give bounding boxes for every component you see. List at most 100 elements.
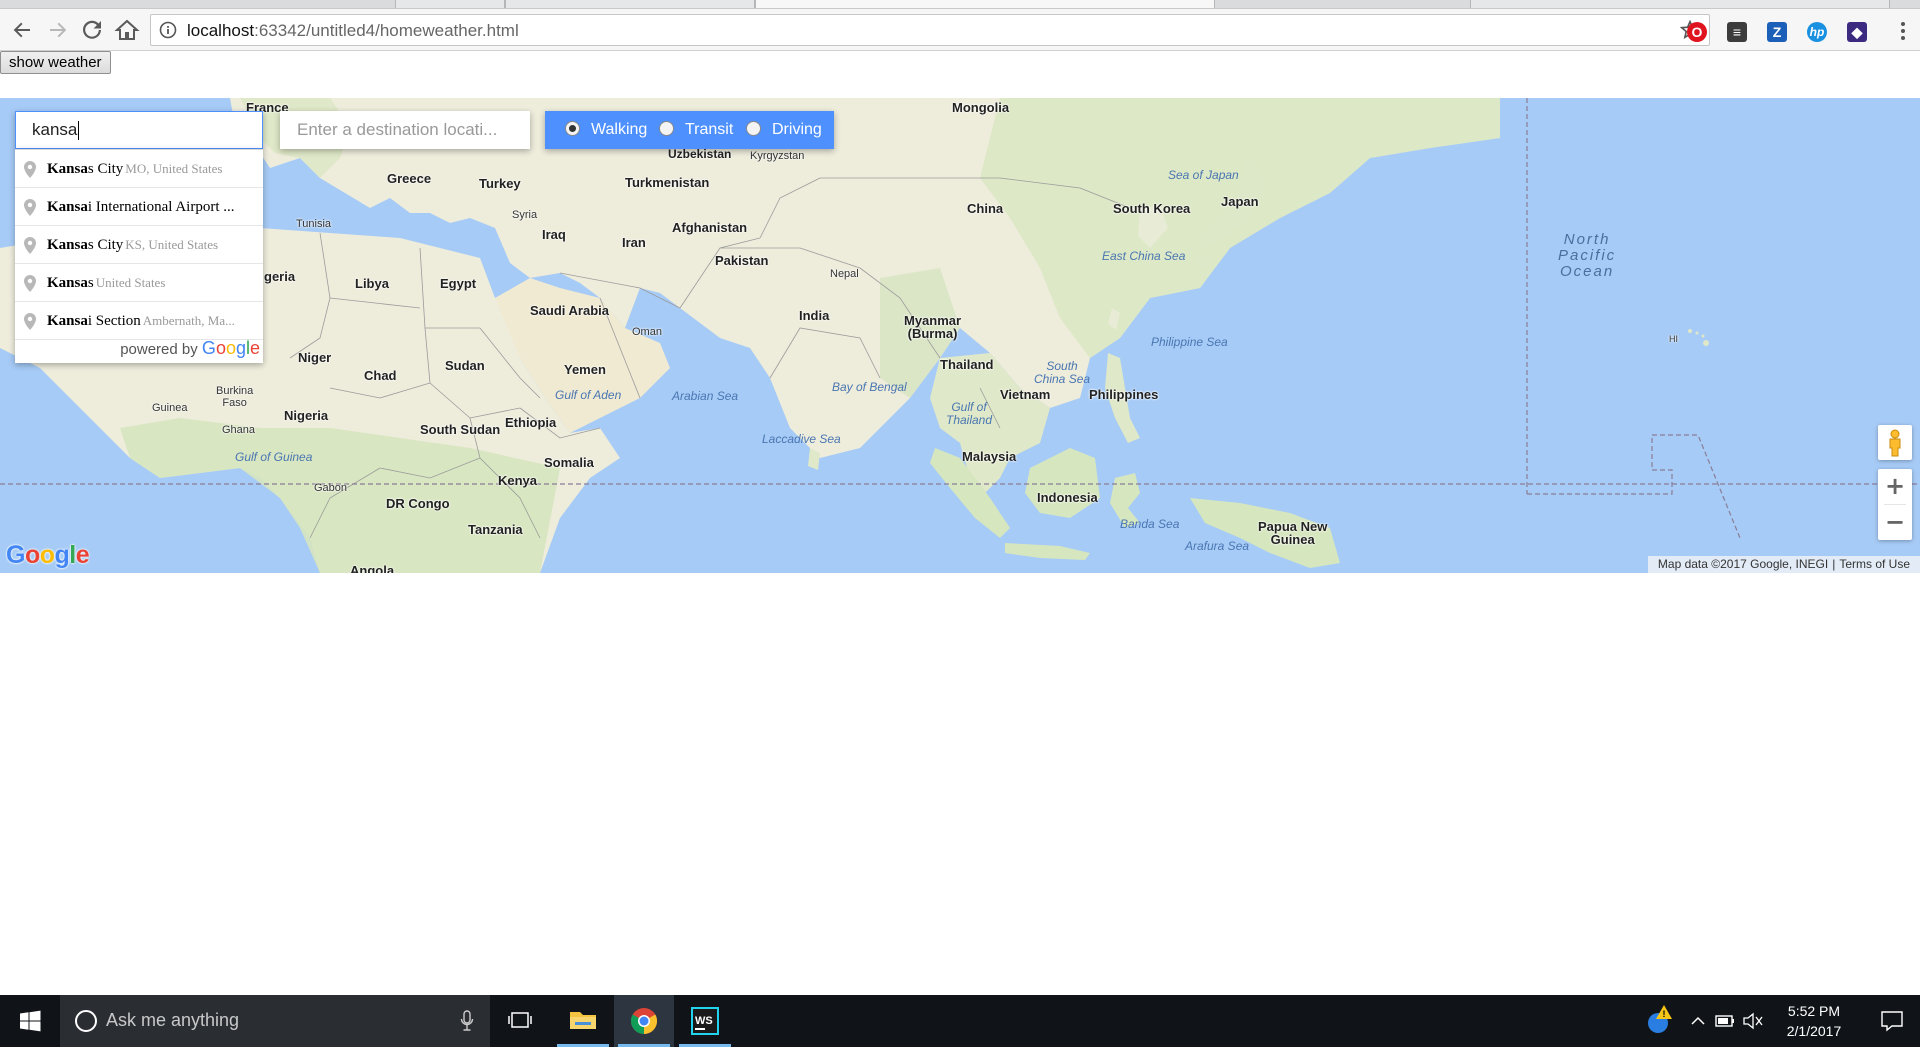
map-label: Ethiopia	[505, 415, 557, 430]
home-button[interactable]	[113, 16, 141, 44]
autocomplete-item[interactable]: Kansas City MO, United States	[15, 150, 263, 188]
url-host: localhost	[187, 21, 255, 40]
street-view-pegman[interactable]	[1878, 425, 1912, 460]
map-label: Libya	[355, 276, 389, 291]
map-label: Kenya	[498, 473, 538, 488]
map-pin-icon	[24, 161, 36, 178]
driving-label[interactable]: Driving	[772, 121, 822, 139]
autocomplete-main-text: s	[87, 275, 94, 291]
map-label: Uzbekistan	[668, 147, 732, 161]
map-label: North Pacific Ocean	[1558, 231, 1617, 280]
destination-input[interactable]: Enter a destination locati...	[280, 111, 530, 149]
map-label: Philippines	[1089, 387, 1159, 402]
map-label: Philippine Sea	[1151, 335, 1228, 349]
file-explorer-taskbar-app[interactable]	[553, 995, 613, 1047]
info-icon[interactable]	[159, 21, 177, 39]
map-label: Chad	[364, 368, 397, 383]
map-label: Ghana	[222, 424, 256, 436]
show-hidden-icons-button[interactable]	[1685, 995, 1711, 1047]
browser-menu-icon[interactable]	[1900, 22, 1906, 42]
autocomplete-secondary-text: MO, United States	[125, 161, 223, 176]
map-pin-icon	[24, 237, 36, 254]
map-label: Thailand	[940, 357, 994, 372]
cortana-placeholder: Ask me anything	[106, 1010, 240, 1030]
map-label: Bay of Bengal	[832, 380, 907, 394]
map-label: Gulf of Guinea	[235, 450, 313, 464]
clock-date: 2/1/2017	[1786, 1023, 1842, 1039]
battery-tray-icon[interactable]	[1712, 995, 1738, 1047]
map-label: Yemen	[564, 362, 606, 377]
google-logo[interactable]: Google	[6, 541, 90, 570]
taskbar-clock[interactable]: 5:52 PM 2/1/2017	[1774, 1001, 1854, 1041]
update-warning-icon: !	[1648, 1005, 1672, 1033]
map-label: Iraq	[542, 227, 566, 242]
autocomplete-main-text: s City	[87, 237, 124, 253]
map-label: Tunisia	[296, 218, 332, 230]
map-label: Guinea	[152, 402, 188, 414]
volume-tray-icon[interactable]	[1740, 995, 1766, 1047]
map-label: Papua New Guinea	[1258, 519, 1328, 547]
address-bar[interactable]: localhost:63342/untitled4/homeweather.ht…	[150, 14, 1710, 46]
opera-extension-icon[interactable]: O	[1687, 22, 1707, 42]
back-button[interactable]	[8, 16, 36, 44]
map-label: Arabian Sea	[672, 389, 739, 403]
map-label: Gabon	[314, 482, 348, 494]
map-label: Gulf of Aden	[555, 388, 622, 402]
map-label: Sudan	[445, 358, 485, 373]
cortana-search-box[interactable]: Ask me anything	[60, 995, 490, 1047]
autocomplete-match: Kansa	[47, 313, 88, 329]
map-label: Iran	[622, 235, 646, 250]
browser-tab[interactable]	[505, 0, 755, 8]
notifications-icon	[1881, 1011, 1903, 1032]
show-weather-button[interactable]: show weather	[0, 51, 111, 74]
autocomplete-secondary-text: United States	[95, 275, 166, 290]
browser-tab[interactable]	[1470, 0, 1890, 8]
map-label: Somalia	[544, 455, 594, 470]
tray-notification-app[interactable]: !	[1640, 995, 1680, 1047]
map-label: Malaysia	[962, 449, 1017, 464]
url-text: localhost:63342/untitled4/homeweather.ht…	[187, 21, 519, 41]
zoom-out-button[interactable]: −	[1878, 505, 1912, 540]
autocomplete-match: Kansa	[47, 237, 88, 253]
reload-button[interactable]	[78, 16, 106, 44]
map-label: India	[799, 308, 830, 323]
cortana-icon	[75, 1010, 97, 1032]
terms-of-use-link[interactable]: Terms of Use	[1835, 557, 1914, 571]
zotero-extension-icon[interactable]: Z	[1767, 22, 1787, 42]
chrome-taskbar-app[interactable]	[614, 995, 674, 1047]
autocomplete-main-text: s City	[87, 161, 124, 177]
autocomplete-item[interactable]: Kansas City KS, United States	[15, 226, 263, 264]
puzzle-extension-icon[interactable]: ◆	[1847, 22, 1867, 42]
driving-radio[interactable]	[746, 121, 761, 136]
start-button[interactable]	[0, 995, 60, 1047]
action-center-button[interactable]	[1864, 995, 1920, 1047]
back-arrow-icon	[13, 22, 30, 38]
map-data-attribution: Map data ©2017 Google, INEGI	[1657, 557, 1829, 571]
transit-radio[interactable]	[659, 121, 674, 136]
task-view-button[interactable]	[490, 995, 550, 1047]
reload-icon	[83, 20, 101, 39]
map[interactable]: France Mongolia Uzbekistan Kyrgyzstan Gr…	[0, 98, 1920, 573]
autocomplete-item[interactable]: Kansas United States	[15, 264, 263, 302]
walking-label[interactable]: Walking	[591, 121, 647, 139]
map-label: Turkey	[479, 176, 521, 191]
autocomplete-item[interactable]: Kansai International Airport ...	[15, 188, 263, 226]
map-label: HI	[1669, 334, 1678, 344]
autocomplete-secondary-text: KS, United States	[125, 237, 219, 252]
film-extension-icon[interactable]: ≡	[1727, 22, 1747, 42]
microphone-icon[interactable]	[460, 1010, 474, 1032]
walking-radio[interactable]	[565, 121, 580, 136]
transit-label[interactable]: Transit	[685, 121, 733, 139]
powered-by-text: powered by	[120, 341, 198, 358]
map-label: Syria	[512, 209, 538, 221]
map-label: Turkmenistan	[625, 175, 710, 190]
chevron-up-icon	[1691, 1016, 1705, 1025]
browser-tab-active[interactable]	[755, 0, 1215, 8]
zoom-in-button[interactable]: +	[1878, 469, 1912, 504]
hp-extension-icon[interactable]: hp	[1807, 22, 1827, 42]
browser-tab[interactable]	[395, 0, 505, 8]
forward-button[interactable]	[44, 16, 72, 44]
webstorm-taskbar-app[interactable]: WS	[675, 995, 735, 1047]
autocomplete-item[interactable]: Kansai Section Ambernath, Ma...	[15, 302, 263, 340]
origin-input[interactable]: kansa	[15, 111, 263, 149]
